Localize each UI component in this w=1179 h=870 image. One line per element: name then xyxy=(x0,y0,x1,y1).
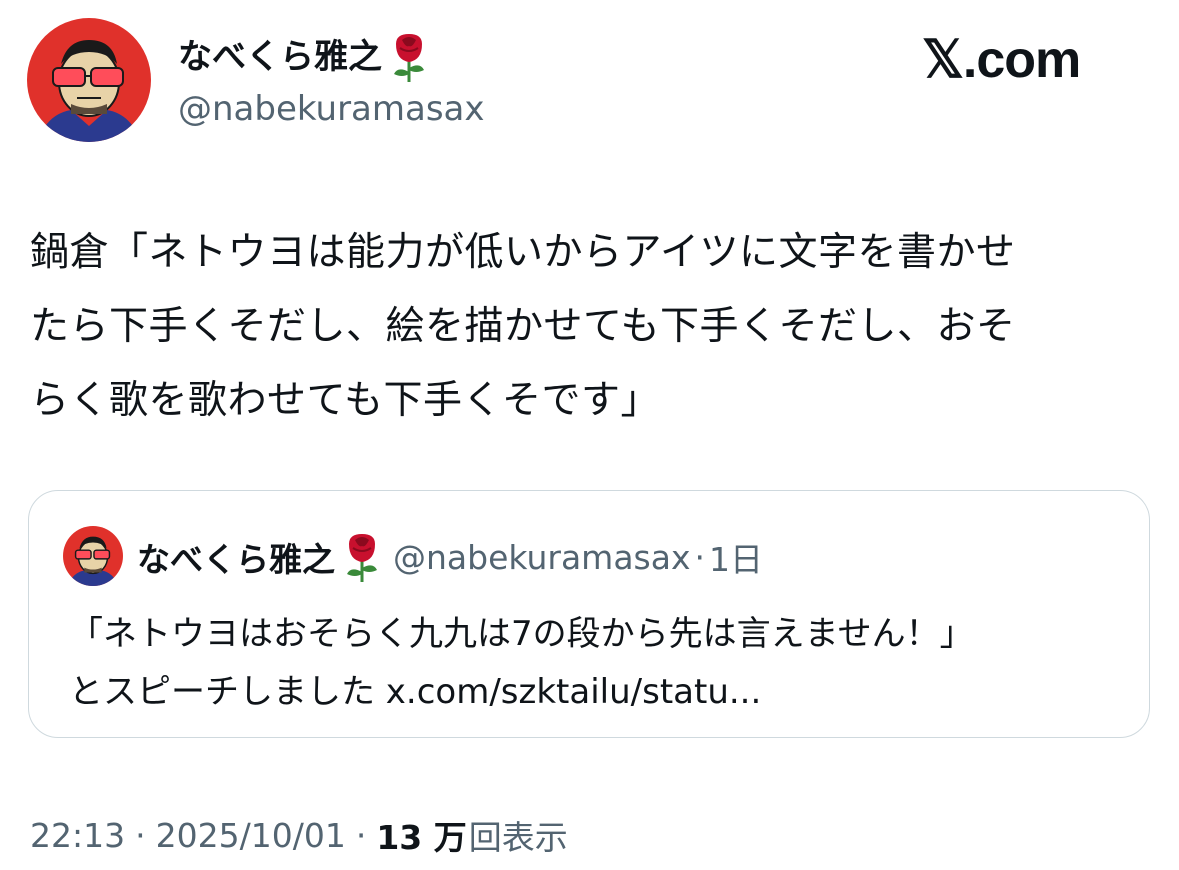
quote-author-name[interactable]: なべくら雅之 xyxy=(137,533,335,581)
author-avatar[interactable] xyxy=(27,18,151,142)
tweet-meta: 22:13 · 2025/10/01 · 13 万 回表示 xyxy=(30,808,568,862)
rose-icon xyxy=(384,30,434,84)
views-count: 13 万 xyxy=(376,818,467,857)
tweet-text-line: らく歌を歌わせても下手くそです」 xyxy=(30,378,661,423)
quote-text-line: とスピーチしました x.com/szktailu/statu... xyxy=(69,672,762,712)
meta-separator: · xyxy=(135,815,146,855)
quote-author-handle[interactable]: @nabekuramasax xyxy=(393,538,691,577)
quote-text: 「ネトウヨはおそらく九九は7の段から先は言えません！」 とスピーチしました x.… xyxy=(69,605,1129,721)
quote-author-avatar[interactable] xyxy=(63,526,123,586)
author-name-row[interactable]: なべくら雅之 xyxy=(178,30,434,84)
meta-separator: · xyxy=(355,815,367,855)
quote-header: なべくら雅之 @nabekuramasax · 1日 xyxy=(137,529,763,585)
quote-timestamp[interactable]: 1日 xyxy=(709,533,763,581)
author-handle[interactable]: @nabekuramasax xyxy=(178,84,485,134)
rose-icon xyxy=(337,530,387,584)
tweet-date[interactable]: 2025/10/01 xyxy=(156,816,346,855)
author-display-name[interactable]: なべくら雅之 xyxy=(178,31,382,83)
quote-text-line: 「ネトウヨはおそらく九九は7の段から先は言えません！」 xyxy=(69,614,974,654)
quote-separator: · xyxy=(694,537,706,577)
tweet-text-line: 鍋倉「ネトウヨは能力が低いからアイツに文字を書かせ xyxy=(30,230,1016,275)
x-logo-text: 𝕏.com xyxy=(922,31,1081,89)
tweet-text: 鍋倉「ネトウヨは能力が低いからアイツに文字を書かせ たら下手くそだし、絵を描かせ… xyxy=(30,216,1160,438)
quoted-tweet-card[interactable]: なべくら雅之 @nabekuramasax · 1日 「ネトウヨはおそらく九九は… xyxy=(28,490,1150,738)
tweet-time[interactable]: 22:13 xyxy=(30,816,125,855)
tweet-text-line: たら下手くそだし、絵を描かせても下手くそだし、おそ xyxy=(30,304,1016,349)
views-label: 回表示 xyxy=(468,818,568,857)
x-logo: 𝕏.com xyxy=(922,30,1081,90)
